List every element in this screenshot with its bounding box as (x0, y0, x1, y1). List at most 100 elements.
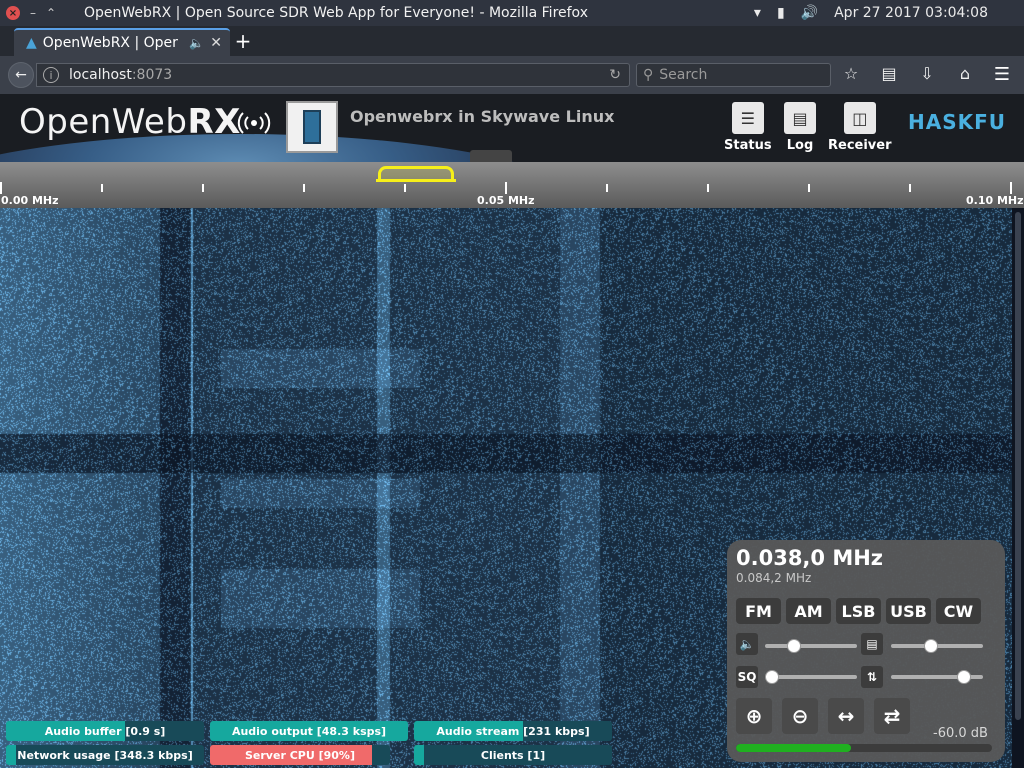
log-icon: ▤ (784, 102, 816, 134)
receiver-button[interactable]: ◫ Receiver (828, 102, 892, 153)
squelch-label[interactable]: SQ (736, 666, 758, 688)
clients-label: Clients [1] (480, 748, 546, 762)
server-cpu-status: Server CPU [90%] (210, 745, 390, 765)
zoom-to-band-icon[interactable]: ↔ (828, 698, 864, 734)
openwebrx-header: OpenWebRX Openwebrx in Skywave Linux ☰ S… (0, 94, 1024, 162)
scale-label-0: 0.00 MHz (1, 194, 59, 207)
window-controls: × – ⌃ (0, 6, 84, 20)
server-cpu-label: Server CPU [90%] (245, 748, 355, 762)
site-info-icon[interactable]: i (43, 67, 59, 83)
volume-icon[interactable]: 🔈 (736, 633, 758, 655)
status-icon: ☰ (731, 102, 764, 134)
passband-base (376, 179, 456, 182)
receiver-avatar (286, 101, 338, 153)
log-button-label: Log (786, 138, 814, 153)
download-icon[interactable]: ⇩ (916, 64, 938, 83)
audio-output-status: Audio output [48.3 ksps] (210, 721, 408, 741)
agc-icon[interactable]: ⇅ (861, 666, 883, 688)
demodulator-buttons: FM AM LSB USB CW (736, 598, 981, 624)
openwebrx-logo: OpenWebRX (19, 102, 241, 142)
frequency-scale[interactable]: 0.00 MHz 0.05 MHz 0.10 MHz (0, 162, 1024, 208)
url-bar[interactable]: i localhost :8073 ↻ (36, 63, 630, 87)
mode-fm-button[interactable]: FM (736, 598, 781, 624)
scale-tick (1010, 182, 1012, 194)
header-collapse-toggle[interactable] (470, 150, 512, 162)
minimize-window-button[interactable]: – (30, 6, 36, 20)
network-usage-label: Network usage [348.3 kbps] (17, 748, 193, 762)
scale-label-1: 0.05 MHz (477, 194, 535, 207)
scale-tick (606, 184, 608, 192)
audio-output-label: Audio output [48.3 ksps] (231, 724, 387, 738)
agc-slider-knob[interactable] (956, 670, 971, 684)
volume-slider[interactable] (765, 639, 857, 653)
hamburger-menu-icon[interactable]: ☰ (990, 64, 1014, 85)
mode-cw-button[interactable]: CW (936, 598, 981, 624)
reading-list-icon[interactable]: ▤ (878, 64, 900, 83)
url-host: localhost (69, 67, 132, 83)
smeter-db-readout: -60.0 dB (933, 726, 988, 741)
browser-tab[interactable]: ▲ OpenWebRX | Oper 🔈 ✕ (14, 28, 230, 56)
system-tray: ▾ ▮ 🔊 Apr 27 2017 03:04:08 (754, 5, 1024, 21)
scale-label-2: 0.10 MHz (966, 194, 1024, 207)
new-tab-button[interactable]: + (232, 29, 254, 53)
audio-stream-status: Audio stream [231 kbps] (414, 721, 612, 741)
smeter-fill (736, 744, 852, 752)
scale-tick (505, 182, 507, 194)
status-button-label: Status (724, 138, 772, 153)
agc-slider[interactable] (891, 670, 983, 684)
tab-close-icon[interactable]: ✕ (210, 35, 230, 51)
noise-reduction-slider[interactable] (891, 639, 983, 653)
status-button[interactable]: ☰ Status (724, 102, 772, 153)
battery-icon[interactable]: ▮ (777, 5, 785, 21)
mode-am-button[interactable]: AM (786, 598, 831, 624)
scale-tick (101, 184, 103, 192)
reload-icon[interactable]: ↻ (609, 67, 621, 83)
browser-tab-bar: ▲ OpenWebRX | Oper 🔈 ✕ + (0, 26, 1024, 56)
maximize-window-button[interactable]: ⌃ (46, 6, 56, 20)
zoom-in-icon[interactable]: ⊕ (736, 698, 772, 734)
mode-lsb-button[interactable]: LSB (836, 598, 881, 624)
logo-text: OpenWeb (19, 102, 188, 142)
network-usage-status: Network usage [348.3 kbps] (6, 745, 204, 765)
volume-slider-knob[interactable] (786, 639, 801, 653)
volume-tray-icon[interactable]: 🔊 (801, 5, 818, 21)
squelch-slider[interactable] (765, 670, 857, 684)
bookmark-star-icon[interactable]: ☆ (840, 64, 862, 83)
scrollbar-thumb[interactable] (1015, 212, 1021, 720)
toolbar-icons: ☆ ▤ ⇩ ⌂ (840, 64, 976, 83)
center-frequency-display: 0.084,2 MHz (736, 571, 812, 585)
close-window-button[interactable]: × (6, 6, 20, 20)
receiver-panel: 0.038,0 MHz 0.084,2 MHz FM AM LSB USB CW… (727, 540, 1005, 762)
zoom-reset-icon[interactable]: ⇄ (874, 698, 910, 734)
mode-usb-button[interactable]: USB (886, 598, 931, 624)
radio-waves-icon (236, 108, 272, 138)
tab-audio-icon[interactable]: 🔈 (189, 36, 204, 50)
log-button[interactable]: ▤ Log (784, 102, 816, 153)
squelch-slider-knob[interactable] (765, 670, 779, 684)
audio-buffer-status: Audio buffer [0.9 s] (6, 721, 204, 741)
clock[interactable]: Apr 27 2017 03:04:08 (834, 5, 988, 21)
noise-reduction-icon[interactable]: ▤ (861, 633, 883, 655)
receiver-button-label: Receiver (828, 138, 892, 153)
window-title: OpenWebRX | Open Source SDR Web App for … (84, 5, 588, 21)
noise-reduction-slider-knob[interactable] (923, 639, 938, 653)
receiver-title: Openwebrx in Skywave Linux (350, 107, 615, 126)
tab-title: OpenWebRX | Oper (42, 35, 178, 51)
smeter-bar (736, 744, 992, 752)
back-button[interactable]: ← (8, 62, 34, 88)
frequency-display: 0.038,0 MHz (736, 546, 884, 570)
audio-stream-label: Audio stream [231 kbps] (436, 724, 590, 738)
receiver-icon: ◫ (843, 102, 876, 134)
search-input[interactable]: ⚲ Search (636, 63, 831, 87)
browser-nav-bar: ← i localhost :8073 ↻ ⚲ Search ☆ ▤ ⇩ ⌂ ☰ (0, 56, 1024, 94)
scale-tick (0, 182, 2, 194)
antenna-icon (303, 110, 321, 144)
zoom-out-icon[interactable]: ⊖ (782, 698, 818, 734)
os-top-bar: × – ⌃ OpenWebRX | Open Source SDR Web Ap… (0, 0, 1024, 26)
home-icon[interactable]: ⌂ (954, 64, 976, 83)
url-port: :8073 (131, 67, 173, 83)
haskfu-logo: HASKFU (908, 110, 1007, 134)
scale-tick (303, 184, 305, 192)
scale-tick (404, 184, 406, 192)
wifi-icon[interactable]: ▾ (754, 5, 761, 21)
